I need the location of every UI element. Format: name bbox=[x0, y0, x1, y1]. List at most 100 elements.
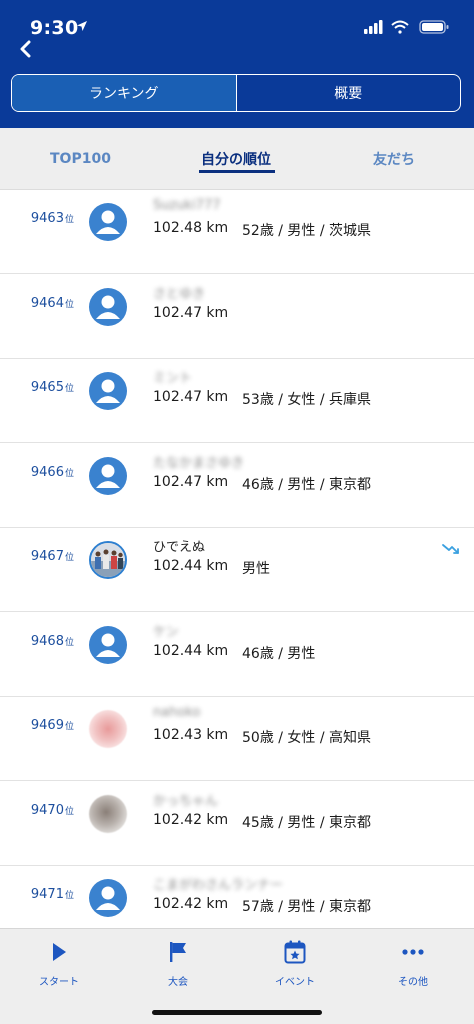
app-screen: 9:30 ランキング 概要 TOP100 自分の順位 友だち 9463位 Suz… bbox=[0, 0, 474, 1024]
default-avatar-icon bbox=[89, 288, 127, 326]
tab-event-label: イベント bbox=[275, 977, 315, 988]
battery-icon bbox=[419, 20, 449, 34]
tab-friends[interactable]: 友だち bbox=[373, 128, 415, 190]
rank-number: 9468位 bbox=[0, 634, 74, 649]
ranking-row[interactable]: 9469位 nahoko 102.43 km 50歳 / 女性 / 高知県 bbox=[0, 697, 474, 781]
rank-value: 9469 bbox=[30, 718, 64, 733]
ranking-row[interactable]: 9471位 こまがわさんランナー 102.42 km 57歳 / 男性 / 東京都 bbox=[0, 866, 474, 928]
tab-my-rank[interactable]: 自分の順位 bbox=[201, 128, 271, 190]
user-name: ミント bbox=[153, 371, 193, 386]
segmented-control: ランキング 概要 bbox=[11, 74, 461, 112]
user-profile-info: 46歳 / 男性 / 東京都 bbox=[242, 477, 372, 493]
tab-start-label: スタート bbox=[39, 977, 79, 988]
user-photo-avatar bbox=[89, 541, 127, 579]
calendar-star-icon bbox=[284, 940, 306, 964]
distance-value: 102.47 km bbox=[153, 474, 229, 490]
user-profile-info: 男性 bbox=[242, 561, 270, 577]
user-profile-info: 50歳 / 女性 / 高知県 bbox=[242, 730, 372, 746]
status-icons bbox=[364, 20, 449, 34]
rank-value: 9465 bbox=[30, 380, 64, 395]
home-indicator bbox=[152, 1010, 322, 1015]
chevron-left-icon bbox=[20, 40, 31, 58]
ranking-row[interactable]: 9465位 ミント 102.47 km 53歳 / 女性 / 兵庫県 bbox=[0, 359, 474, 443]
distance-value: 102.48 km bbox=[153, 220, 229, 236]
rank-value: 9464 bbox=[30, 296, 64, 311]
rank-number: 9464位 bbox=[0, 296, 74, 311]
tab-race-label: 大会 bbox=[168, 977, 188, 988]
ranking-row[interactable]: 9466位 たなかまさゆき 102.47 km 46歳 / 男性 / 東京都 bbox=[0, 444, 474, 528]
ranking-row[interactable]: 9463位 Suzuki777 102.48 km 52歳 / 男性 / 茨城県 bbox=[0, 190, 474, 274]
user-name: Suzuki777 bbox=[153, 198, 221, 213]
ranking-row[interactable]: 9467位 ひでえぬ 102.44 km 男性 bbox=[0, 528, 474, 612]
user-name: nahoko bbox=[153, 705, 201, 720]
default-avatar-icon bbox=[89, 457, 127, 495]
rank-suffix: 位 bbox=[64, 638, 74, 648]
user-profile-info: 52歳 / 男性 / 茨城県 bbox=[242, 223, 372, 239]
rank-value: 9470 bbox=[30, 803, 64, 818]
more-dots-icon bbox=[402, 949, 424, 955]
user-profile-info: 53歳 / 女性 / 兵庫県 bbox=[242, 392, 372, 408]
cellular-signal-icon bbox=[364, 20, 383, 34]
status-time: 9:30 bbox=[30, 17, 79, 39]
rank-suffix: 位 bbox=[64, 469, 74, 479]
default-avatar-icon bbox=[89, 879, 127, 917]
tab-top100[interactable]: TOP100 bbox=[50, 128, 111, 190]
user-photo-avatar bbox=[89, 710, 127, 748]
tab-other[interactable]: その他 bbox=[368, 939, 458, 988]
user-profile-info: 45歳 / 男性 / 東京都 bbox=[242, 815, 372, 831]
default-avatar-icon bbox=[89, 626, 127, 664]
ranking-row[interactable]: 9464位 さとゆき 102.47 km bbox=[0, 275, 474, 359]
user-profile-info: 46歳 / 男性 bbox=[242, 646, 316, 662]
ranking-list[interactable]: 9463位 Suzuki777 102.48 km 52歳 / 男性 / 茨城県 946… bbox=[0, 190, 474, 928]
distance-value: 102.42 km bbox=[153, 812, 229, 828]
rank-number: 9470位 bbox=[0, 803, 74, 818]
tab-other-label: その他 bbox=[398, 977, 428, 988]
rank-suffix: 位 bbox=[64, 807, 74, 817]
ranking-subtabs: TOP100 自分の順位 友だち bbox=[0, 128, 474, 190]
rank-value: 9466 bbox=[30, 465, 64, 480]
rank-value: 9468 bbox=[30, 634, 64, 649]
tab-race[interactable]: 大会 bbox=[133, 939, 223, 988]
rank-suffix: 位 bbox=[64, 553, 74, 563]
user-name: こまがわさんランナー bbox=[153, 878, 284, 893]
active-tab-indicator bbox=[199, 170, 275, 173]
rank-value: 9471 bbox=[30, 887, 64, 902]
rank-number: 9467位 bbox=[0, 549, 74, 564]
ranking-row[interactable]: 9468位 ケン 102.44 km 46歳 / 男性 bbox=[0, 613, 474, 697]
tab-start[interactable]: スタート bbox=[14, 939, 104, 988]
rank-suffix: 位 bbox=[64, 300, 74, 310]
user-name: さとゆき bbox=[153, 287, 206, 302]
tab-event[interactable]: イベント bbox=[250, 939, 340, 988]
distance-value: 102.44 km bbox=[153, 643, 229, 659]
segment-ranking[interactable]: ランキング bbox=[12, 75, 237, 111]
segment-overview[interactable]: 概要 bbox=[237, 75, 461, 111]
wifi-icon bbox=[391, 20, 409, 34]
trend-down-icon bbox=[442, 544, 459, 554]
header: 9:30 ランキング 概要 bbox=[0, 0, 474, 128]
user-name: ケン bbox=[153, 625, 179, 640]
ranking-row[interactable]: 9470位 かっちゃん 102.42 km 45歳 / 男性 / 東京都 bbox=[0, 782, 474, 866]
default-avatar-icon bbox=[89, 203, 127, 241]
rank-suffix: 位 bbox=[64, 891, 74, 901]
back-button[interactable] bbox=[12, 38, 38, 60]
user-profile-info: 57歳 / 男性 / 東京都 bbox=[242, 899, 372, 915]
default-avatar-icon bbox=[89, 372, 127, 410]
rank-number: 9463位 bbox=[0, 211, 74, 226]
user-name: たなかまさゆき bbox=[153, 456, 245, 471]
flag-icon bbox=[170, 942, 186, 962]
rank-suffix: 位 bbox=[64, 215, 74, 225]
distance-value: 102.44 km bbox=[153, 558, 229, 574]
distance-value: 102.47 km bbox=[153, 305, 229, 321]
rank-number: 9469位 bbox=[0, 718, 74, 733]
location-arrow-icon bbox=[77, 21, 87, 31]
user-name: ひでえぬ bbox=[153, 540, 206, 555]
rank-suffix: 位 bbox=[64, 384, 74, 394]
rank-number: 9465位 bbox=[0, 380, 74, 395]
distance-value: 102.47 km bbox=[153, 389, 229, 405]
rank-number: 9471位 bbox=[0, 887, 74, 902]
play-icon bbox=[53, 943, 66, 961]
user-name: かっちゃん bbox=[153, 794, 219, 809]
distance-value: 102.42 km bbox=[153, 896, 229, 912]
rank-suffix: 位 bbox=[64, 722, 74, 732]
user-photo-avatar bbox=[89, 795, 127, 833]
